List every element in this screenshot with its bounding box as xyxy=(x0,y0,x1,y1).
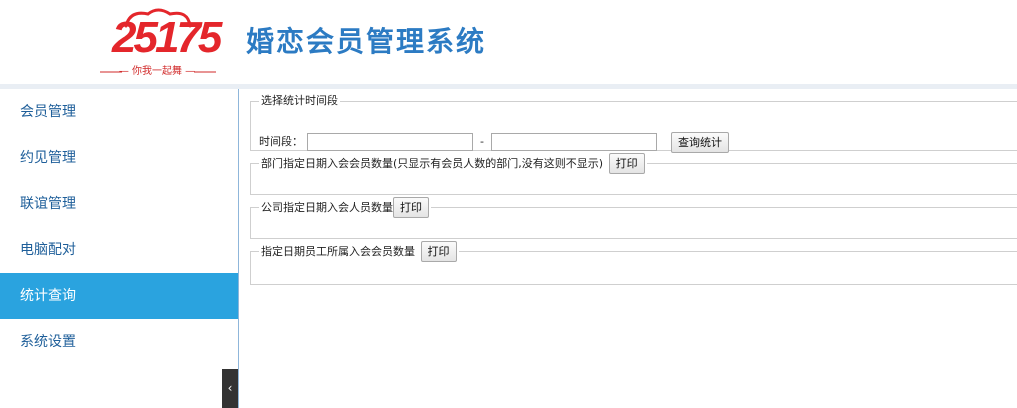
logo-number: 25175 xyxy=(112,13,222,62)
chevron-left-icon: ‹ xyxy=(227,381,233,395)
period-section-legend: 选择统计时间段 xyxy=(261,94,338,107)
start-date-input[interactable] xyxy=(306,133,473,151)
main-content: 选择统计时间段 时间段： - 查询统计 部门指定日期入会会员数量(只显示有会员人… xyxy=(239,89,1017,408)
period-section: 选择统计时间段 时间段： - 查询统计 xyxy=(250,91,1017,153)
company-stats-section: 公司指定日期入会人员数量 打印 xyxy=(250,197,1017,239)
date-range-separator: - xyxy=(480,135,484,148)
print-department-stats-button[interactable]: 打印 xyxy=(608,153,645,174)
department-stats-title: 部门指定日期入会会员数量(只显示有会员人数的部门,没有这则不显示) xyxy=(261,157,604,170)
company-stats-legend: 公司指定日期入会人员数量 打印 xyxy=(259,197,431,218)
staff-stats-section: 指定日期员工所属入会会员数量 打印 xyxy=(250,241,1017,285)
period-label: 时间段： xyxy=(259,135,303,148)
sidebar-collapse-button[interactable]: ‹ xyxy=(222,369,238,408)
app-title: 婚恋会员管理系统 xyxy=(246,25,487,58)
staff-stats-title: 指定日期员工所属入会会员数量 xyxy=(261,245,415,258)
query-statistics-button[interactable]: 查询统计 xyxy=(670,131,729,153)
company-stats-title: 公司指定日期入会人员数量 xyxy=(261,201,393,214)
end-date-input[interactable] xyxy=(491,133,658,151)
logo-slogan: — 你我一起舞 — xyxy=(118,66,196,77)
sidebar-item-member-management[interactable]: 会员管理 xyxy=(0,89,238,135)
staff-stats-legend: 指定日期员工所属入会会员数量 打印 xyxy=(259,241,459,262)
sidebar-item-statistics-query[interactable]: 统计查询 xyxy=(0,273,238,319)
app-header: 25175 — 你我一起舞 — 婚恋会员管理系统 xyxy=(0,0,1017,84)
sidebar-item-social-event-management[interactable]: 联谊管理 xyxy=(0,181,238,227)
department-stats-section: 部门指定日期入会会员数量(只显示有会员人数的部门,没有这则不显示) 打印 xyxy=(250,153,1017,195)
sidebar-item-computer-matching[interactable]: 电脑配对 xyxy=(0,227,238,273)
print-company-stats-button[interactable]: 打印 xyxy=(393,197,429,218)
logo: 25175 — 你我一起舞 — xyxy=(96,8,222,84)
sidebar-item-system-settings[interactable]: 系统设置 xyxy=(0,319,238,365)
department-stats-legend: 部门指定日期入会会员数量(只显示有会员人数的部门,没有这则不显示) 打印 xyxy=(259,153,647,174)
sidebar-menu: 会员管理 约见管理 联谊管理 电脑配对 统计查询 系统设置 xyxy=(0,89,239,408)
sidebar-item-appointment-management[interactable]: 约见管理 xyxy=(0,135,238,181)
print-staff-stats-button[interactable]: 打印 xyxy=(420,241,457,262)
